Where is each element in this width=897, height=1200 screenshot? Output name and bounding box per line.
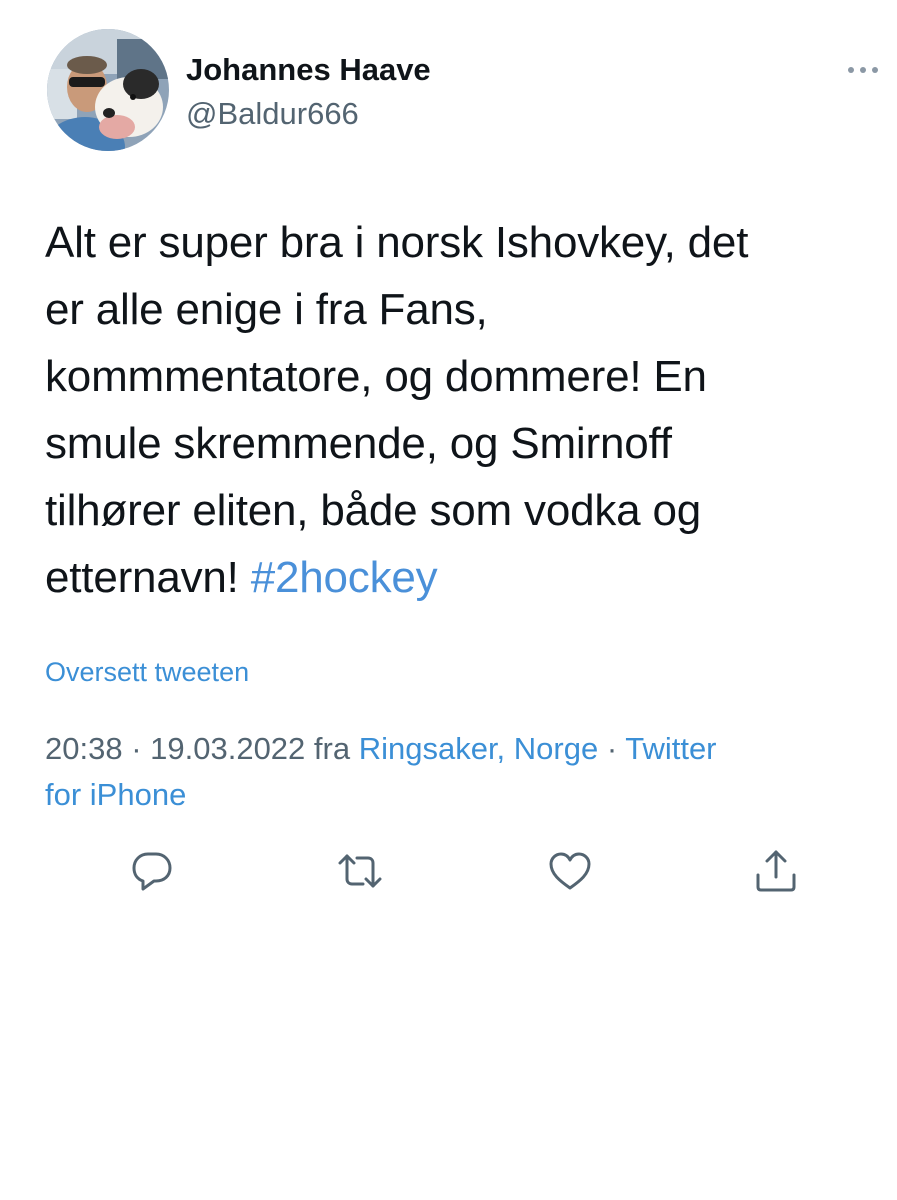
heart-icon[interactable] [546, 847, 594, 895]
tweet-text-segment: etternavn! [45, 553, 251, 602]
tweet-meta-line: 20:38 · 19.03.2022 fra Ringsaker, Norge … [45, 726, 865, 772]
author-display-name[interactable]: Johannes Haave [186, 52, 431, 88]
reply-icon[interactable] [128, 847, 176, 895]
tweet-text-line: kommmentatore, og dommere! En [45, 352, 707, 401]
location-link[interactable]: Ringsaker, Norge [359, 731, 599, 766]
tweet-text-line: er alle enige i fra Fans, [45, 285, 488, 334]
tweet-time[interactable]: 20:38 [45, 731, 123, 766]
meta-separator: · [598, 731, 626, 766]
author-handle[interactable]: @Baldur666 [186, 96, 359, 132]
translate-tweet-link[interactable]: Oversett tweeten [45, 654, 249, 690]
retweet-icon[interactable] [336, 847, 384, 895]
tweet-text-line: Alt er super bra i norsk Ishovkey, det [45, 218, 749, 267]
more-horizontal-icon[interactable] [843, 58, 883, 82]
avatar-photo [47, 29, 169, 151]
meta-separator: · [122, 731, 151, 766]
avatar[interactable] [47, 29, 169, 151]
share-icon[interactable] [752, 847, 800, 895]
tweet-text-line: smule skremmende, og Smirnoff [45, 419, 672, 468]
hashtag-link[interactable]: #2hockey [251, 553, 438, 602]
tweet-date[interactable]: 19.03.2022 [150, 731, 305, 766]
tweet-text-line-last: etternavn! #2hockey [45, 544, 865, 611]
tweet-text: Alt er super bra i norsk Ishovkey, det e… [45, 209, 865, 611]
source-link-cont[interactable]: for iPhone [45, 777, 186, 812]
tweet-text-line: tilhører eliten, både som vodka og [45, 486, 701, 535]
tweet-actions [0, 847, 897, 897]
tweet-meta-line: for iPhone [45, 772, 865, 818]
source-link[interactable]: Twitter [625, 731, 716, 766]
tweet-meta: 20:38 · 19.03.2022 fra Ringsaker, Norge … [45, 726, 865, 818]
from-label: fra [305, 731, 359, 766]
